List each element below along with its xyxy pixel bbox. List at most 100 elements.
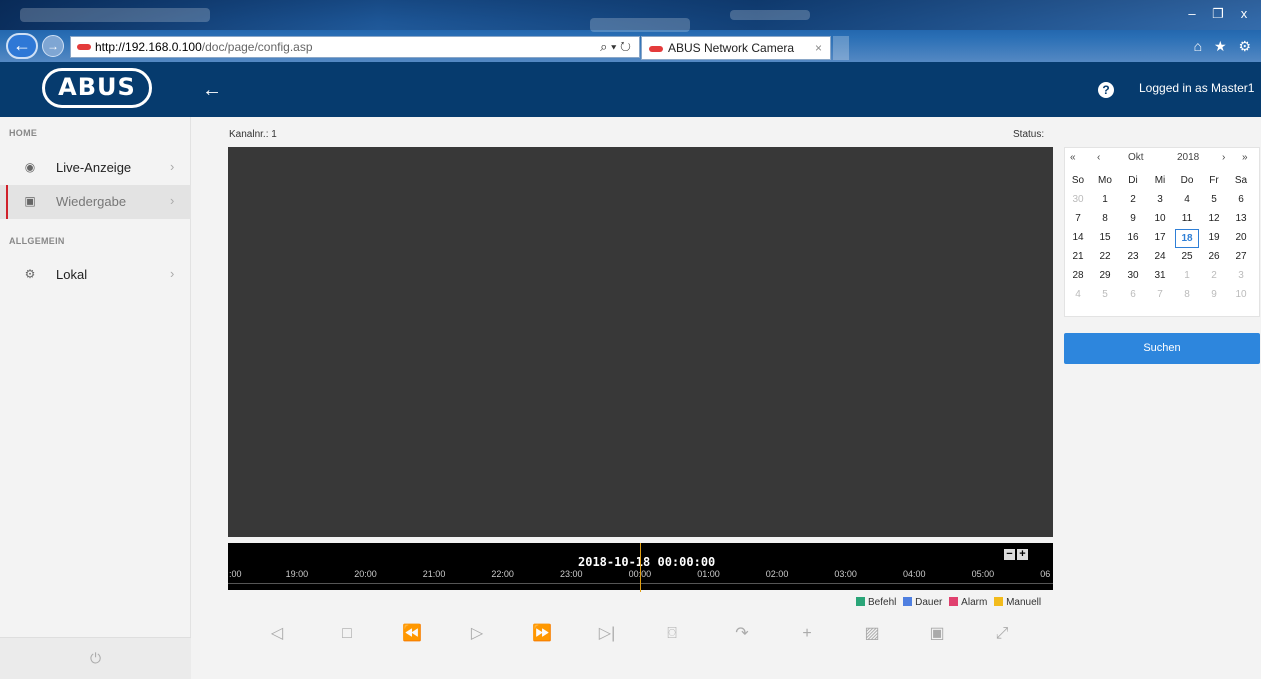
calendar-year[interactable]: 2018 — [1177, 152, 1199, 163]
calendar-day[interactable]: 12 — [1202, 210, 1226, 227]
next-frame-button[interactable]: ▷| — [595, 622, 619, 646]
browser-toolbar-icons[interactable]: ⌂ ★ ⚙ — [1194, 38, 1255, 55]
sidebar-item-playback[interactable]: ▣ Wiedergabe › — [0, 185, 191, 219]
fast-forward-button[interactable]: ⏩ — [530, 622, 554, 646]
calendar-day[interactable]: 4 — [1175, 191, 1199, 208]
sidebar-item-live-view[interactable]: ◉ Live-Anzeige › — [0, 151, 191, 185]
zoom-in-icon[interactable]: + — [1017, 549, 1028, 560]
site-favicon-icon — [77, 44, 91, 50]
back-arrow-icon[interactable]: ← — [202, 79, 222, 102]
calendar-day[interactable]: 21 — [1066, 248, 1090, 265]
search-button[interactable]: Suchen — [1064, 333, 1260, 364]
calendar-day[interactable]: 20 — [1229, 229, 1253, 246]
calendar-day[interactable]: 11 — [1175, 210, 1199, 227]
sidebar-item-label: Wiedergabe — [56, 194, 127, 209]
zoom-out-icon[interactable]: − — [1004, 549, 1015, 560]
calendar-day[interactable]: 9 — [1202, 286, 1226, 303]
sidebar-item-local[interactable]: ⚙ Lokal › — [0, 258, 191, 292]
sidebar-section-home: HOME — [9, 128, 38, 138]
calendar-month[interactable]: Okt — [1128, 152, 1144, 163]
calendar-day[interactable]: 16 — [1121, 229, 1145, 246]
new-tab-button[interactable] — [833, 36, 849, 60]
calendar-day[interactable]: 28 — [1066, 267, 1090, 284]
browser-back-button[interactable]: ← — [6, 33, 38, 59]
calendar-day[interactable]: 1 — [1175, 267, 1199, 284]
status-label: Status: — [1013, 129, 1045, 140]
calendar-day[interactable]: 7 — [1066, 210, 1090, 227]
timeline-cursor[interactable] — [640, 543, 641, 592]
calendar-day[interactable]: 17 — [1148, 229, 1172, 246]
calendar-day[interactable]: 6 — [1121, 286, 1145, 303]
calendar-day[interactable]: 7 — [1148, 286, 1172, 303]
timeline-hour-label: 19:00 — [285, 569, 309, 579]
calendar-day[interactable]: 5 — [1093, 286, 1117, 303]
help-icon[interactable]: ? — [1098, 82, 1114, 98]
calendar-day[interactable]: 31 — [1148, 267, 1172, 284]
power-icon[interactable]: ⏻ — [90, 650, 101, 667]
calendar-day-selected[interactable]: 18 — [1175, 229, 1199, 248]
timeline-hour-label: 05:00 — [971, 569, 995, 579]
prev-month-icon[interactable]: ‹ — [1097, 152, 1100, 163]
calendar-day[interactable]: 29 — [1093, 267, 1117, 284]
digital-zoom-button[interactable]: + — [795, 622, 819, 646]
video-player[interactable] — [228, 147, 1053, 537]
rewind-button[interactable]: ⏪ — [400, 622, 424, 646]
snapshot-button[interactable]: ⌼ — [660, 622, 684, 646]
fullscreen-button[interactable]: ⤢ — [990, 622, 1014, 646]
clip-button[interactable]: ↷ — [730, 622, 754, 646]
browser-forward-button[interactable]: → — [42, 35, 64, 57]
prev-year-icon[interactable]: « — [1070, 152, 1076, 163]
calendar-day[interactable]: 4 — [1066, 286, 1090, 303]
calendar-day[interactable]: 5 — [1202, 191, 1226, 208]
next-month-icon[interactable]: › — [1222, 152, 1225, 163]
local-settings-icon: ⚙ — [24, 267, 36, 281]
calendar-day[interactable]: 10 — [1229, 286, 1253, 303]
abus-logo: ABUS — [42, 68, 152, 108]
calendar-day[interactable]: 30 — [1121, 267, 1145, 284]
url-path: /doc/page/config.asp — [201, 40, 313, 54]
calendar-day[interactable]: 6 — [1229, 191, 1253, 208]
weekday-label: So — [1071, 175, 1085, 186]
picture-button[interactable]: ▣ — [925, 622, 949, 646]
tab-favicon-icon — [649, 46, 663, 52]
timeline-hour-label: :00 — [229, 569, 242, 579]
timeline-hour-label: 04:00 — [903, 569, 926, 579]
calendar-day[interactable]: 25 — [1175, 248, 1199, 265]
calendar-day[interactable]: 3 — [1229, 267, 1253, 284]
address-tools-icon[interactable]: ⌕ ▾ ↻ — [600, 37, 631, 57]
address-bar[interactable]: http://192.168.0.100/doc/page/config.asp… — [70, 36, 640, 58]
calendar-day[interactable]: 24 — [1148, 248, 1172, 265]
calendar-day[interactable]: 10 — [1148, 210, 1172, 227]
maximize-icon[interactable]: ❐ — [1205, 6, 1231, 22]
calendar-day[interactable]: 15 — [1093, 229, 1117, 246]
next-year-icon[interactable]: » — [1242, 152, 1248, 163]
calendar-day[interactable]: 1 — [1093, 191, 1117, 208]
calendar-day[interactable]: 8 — [1093, 210, 1117, 227]
weekday-label: Mo — [1098, 175, 1112, 186]
stop-button[interactable]: □ — [335, 622, 359, 646]
tab-close-icon[interactable]: × — [815, 37, 822, 59]
close-window-icon[interactable]: x — [1231, 6, 1257, 21]
calendar-day[interactable]: 22 — [1093, 248, 1117, 265]
calendar-day[interactable]: 2 — [1202, 267, 1226, 284]
calendar-day[interactable]: 8 — [1175, 286, 1199, 303]
calendar-day[interactable]: 26 — [1202, 248, 1226, 265]
calendar-day[interactable]: 19 — [1202, 229, 1226, 246]
minimize-icon[interactable]: – — [1179, 6, 1205, 21]
calendar-day[interactable]: 9 — [1121, 210, 1145, 227]
window-controls: – ❐ x — [1179, 6, 1257, 22]
browser-tab[interactable]: ABUS Network Camera × — [641, 36, 831, 60]
download-button[interactable]: ▨ — [860, 622, 884, 646]
play-button[interactable]: ▷ — [465, 622, 489, 646]
calendar-day[interactable]: 3 — [1148, 191, 1172, 208]
calendar-day[interactable]: 30 — [1066, 191, 1090, 208]
channel-label: Kanalnr.: 1 — [229, 129, 277, 140]
previous-frame-button[interactable]: ◁ — [265, 622, 289, 646]
calendar-day[interactable]: 13 — [1229, 210, 1253, 227]
calendar-day[interactable]: 2 — [1121, 191, 1145, 208]
calendar-day[interactable]: 23 — [1121, 248, 1145, 265]
calendar-day[interactable]: 14 — [1066, 229, 1090, 246]
calendar-day[interactable]: 27 — [1229, 248, 1253, 265]
weekday-label: Sa — [1234, 175, 1248, 186]
calendar-grid: So Mo Di Mi Do Fr Sa 30 1 2 3 4 5 6 7 8 9 10 11 12 13 14 15 16 1… — [1066, 172, 1259, 305]
